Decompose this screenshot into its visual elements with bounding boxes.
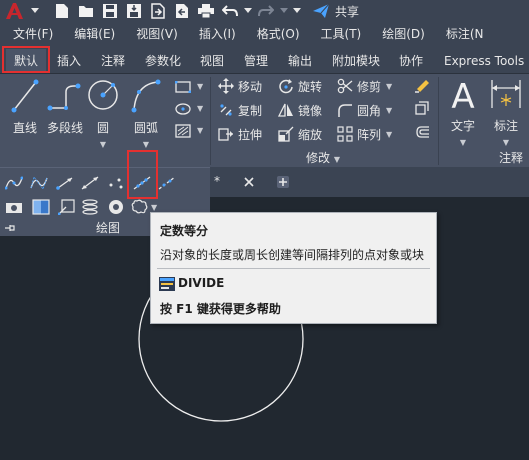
tooltip-divider bbox=[157, 268, 430, 269]
tooltip-command-name: DIVIDE bbox=[178, 276, 225, 290]
tooltip-title: 定数等分 bbox=[160, 224, 209, 238]
command-tooltip: 定数等分 沿对象的长度或周长创建等间隔排列的点对象或块 DIVIDE 按 F1 … bbox=[150, 212, 437, 324]
tooltip-description: 沿对象的长度或周长创建等间隔排列的点对象或块 bbox=[160, 248, 425, 262]
command-line-icon bbox=[159, 277, 175, 294]
tooltip-help-hint: 按 F1 键获得更多帮助 bbox=[160, 302, 281, 316]
